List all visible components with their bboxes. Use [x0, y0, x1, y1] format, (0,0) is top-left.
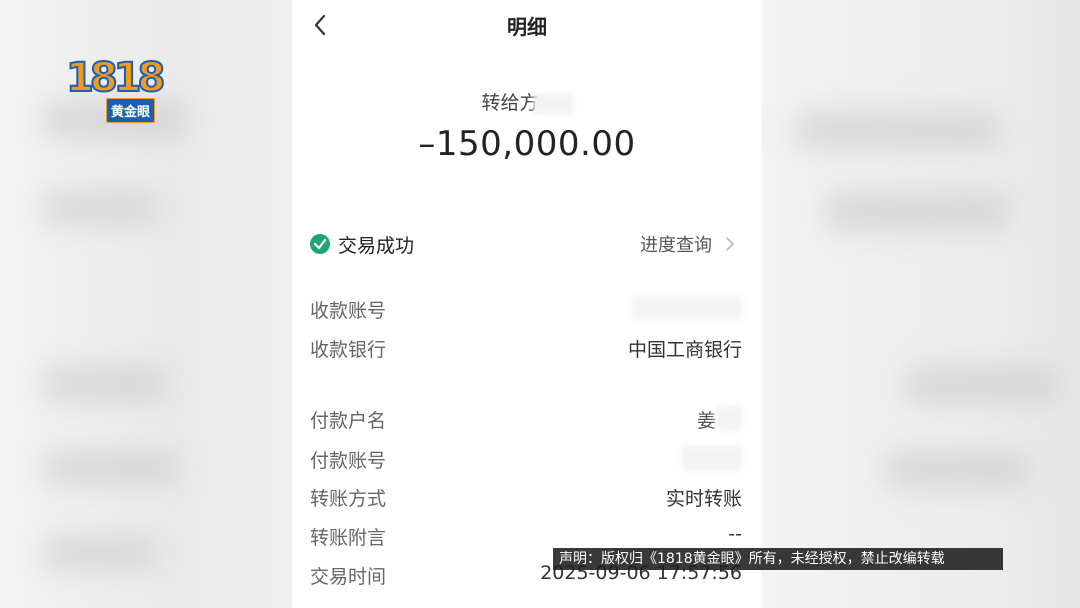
- detail-row: 收款账号: [310, 296, 742, 324]
- transfer-amount: –150,000.00: [418, 124, 636, 164]
- check-circle-icon: [310, 234, 330, 254]
- detail-label: 交易时间: [310, 566, 387, 588]
- logo-number: 1818: [65, 55, 166, 101]
- logo-brand: 黄金眼: [106, 98, 156, 123]
- detail-row: 付款账号: [310, 446, 742, 474]
- progress-query-link[interactable]: 进度查询: [640, 231, 712, 257]
- page-title: 明细: [507, 15, 547, 39]
- detail-row: 转账方式 实时转账: [310, 484, 742, 512]
- blurred-background-right: [762, 0, 1080, 608]
- detail-row: 付款户名 姜: [310, 406, 742, 434]
- detail-row: 转账附言 --: [310, 523, 742, 551]
- detail-value: 中国工商银行: [627, 339, 742, 361]
- detail-label: 付款账号: [310, 450, 387, 472]
- status-text: 交易成功: [338, 235, 415, 257]
- redacted-payee: [532, 93, 573, 114]
- copyright-disclaimer: 声明：版权归《1818黄金眼》所有，未经授权，禁止改编转载: [553, 548, 1003, 570]
- channel-logo: 1818 黄金眼: [65, 55, 166, 124]
- detail-value: 实时转账: [665, 488, 742, 510]
- transaction-detail-screen: 明细 转给方 –150,000.00 交易成功 进度查询 收款账号 收款银行 中…: [292, 0, 762, 608]
- payee-line: 转给方: [292, 88, 762, 115]
- detail-label: 转账方式: [310, 488, 387, 510]
- detail-label: 收款账号: [310, 300, 387, 322]
- detail-label: 付款户名: [310, 410, 387, 432]
- payee-label: 转给方: [481, 92, 539, 114]
- detail-label: 收款银行: [310, 339, 387, 361]
- redacted-account: [682, 446, 742, 470]
- detail-label: 转账附言: [310, 527, 387, 549]
- detail-value: --: [728, 523, 742, 545]
- detail-value: 姜: [696, 410, 716, 432]
- detail-row: 收款银行 中国工商银行: [310, 335, 742, 363]
- redacted-account: [632, 296, 742, 320]
- chevron-right-icon[interactable]: [724, 235, 736, 253]
- redacted-name: [716, 406, 742, 430]
- status-row: 交易成功 进度查询: [310, 228, 740, 260]
